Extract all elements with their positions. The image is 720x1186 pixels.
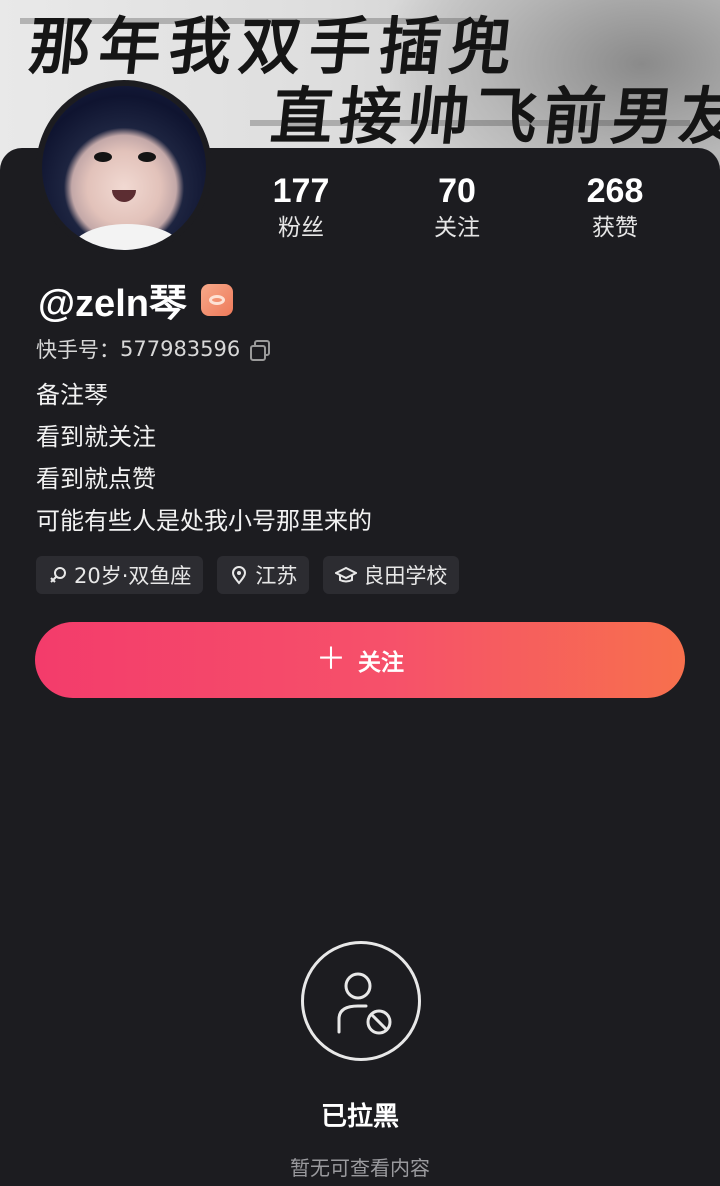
tag-location: 江苏 bbox=[217, 556, 310, 594]
follow-button[interactable]: ＋ 关注 bbox=[35, 622, 685, 698]
plus-icon: ＋ bbox=[316, 643, 346, 676]
stat-likes[interactable]: 268 获赞 bbox=[545, 171, 685, 243]
follow-button-label: 关注 bbox=[358, 649, 404, 675]
tag-age-zodiac: 20岁·双鱼座 bbox=[36, 556, 204, 594]
bio-line: 看到就点赞 bbox=[36, 465, 156, 493]
blocked-title: 已拉黑 bbox=[320, 1102, 399, 1132]
stat-label: 粉丝 bbox=[278, 215, 324, 241]
user-id-label: 快手号： bbox=[36, 338, 120, 362]
name-row: @zeln琴 bbox=[38, 272, 233, 327]
bio-line: 备注琴 bbox=[36, 381, 108, 409]
stat-label: 获赞 bbox=[592, 215, 638, 241]
blocked-subtitle: 暂无可查看内容 bbox=[290, 1156, 430, 1180]
stat-label: 关注 bbox=[434, 215, 480, 241]
user-id-value: 577983596 bbox=[120, 337, 241, 361]
profile-page: 那年我双手插兜 直接帅飞前男友 177 粉丝 70 关注 268 获赞 @zel… bbox=[0, 0, 720, 1186]
stat-value: 70 bbox=[438, 172, 476, 210]
bio-line: 可能有些人是处我小号那里来的 bbox=[36, 507, 372, 535]
cover-text-line-2: 直接帅飞前男友 bbox=[267, 80, 720, 153]
stat-value: 268 bbox=[586, 172, 644, 210]
graduation-cap-icon bbox=[335, 566, 358, 583]
tag-school: 良田学校 bbox=[323, 556, 460, 594]
tag-text: 江苏 bbox=[255, 564, 298, 588]
avatar[interactable] bbox=[36, 80, 212, 256]
avatar-image bbox=[42, 86, 206, 250]
stat-following[interactable]: 70 关注 bbox=[387, 171, 527, 243]
stat-value: 177 bbox=[272, 172, 330, 210]
tag-text: 良田学校 bbox=[363, 564, 448, 588]
copy-icon[interactable] bbox=[250, 340, 271, 361]
level-badge-icon[interactable] bbox=[200, 283, 233, 316]
bio-line: 看到就关注 bbox=[36, 423, 156, 451]
tag-text: 20岁·双鱼座 bbox=[74, 564, 192, 588]
user-id-row: 快手号： 577983596 bbox=[36, 334, 271, 364]
location-pin-icon bbox=[232, 566, 247, 585]
gender-female-icon bbox=[50, 567, 66, 583]
bio: 备注琴 看到就关注 看到就点赞 可能有些人是处我小号那里来的 bbox=[36, 374, 372, 542]
profile-name: @zeln琴 bbox=[38, 283, 187, 325]
stat-followers[interactable]: 177 粉丝 bbox=[231, 171, 371, 243]
profile-tags: 20岁·双鱼座 江苏 良田学校 bbox=[36, 556, 460, 594]
user-blocked-icon bbox=[301, 941, 421, 1061]
